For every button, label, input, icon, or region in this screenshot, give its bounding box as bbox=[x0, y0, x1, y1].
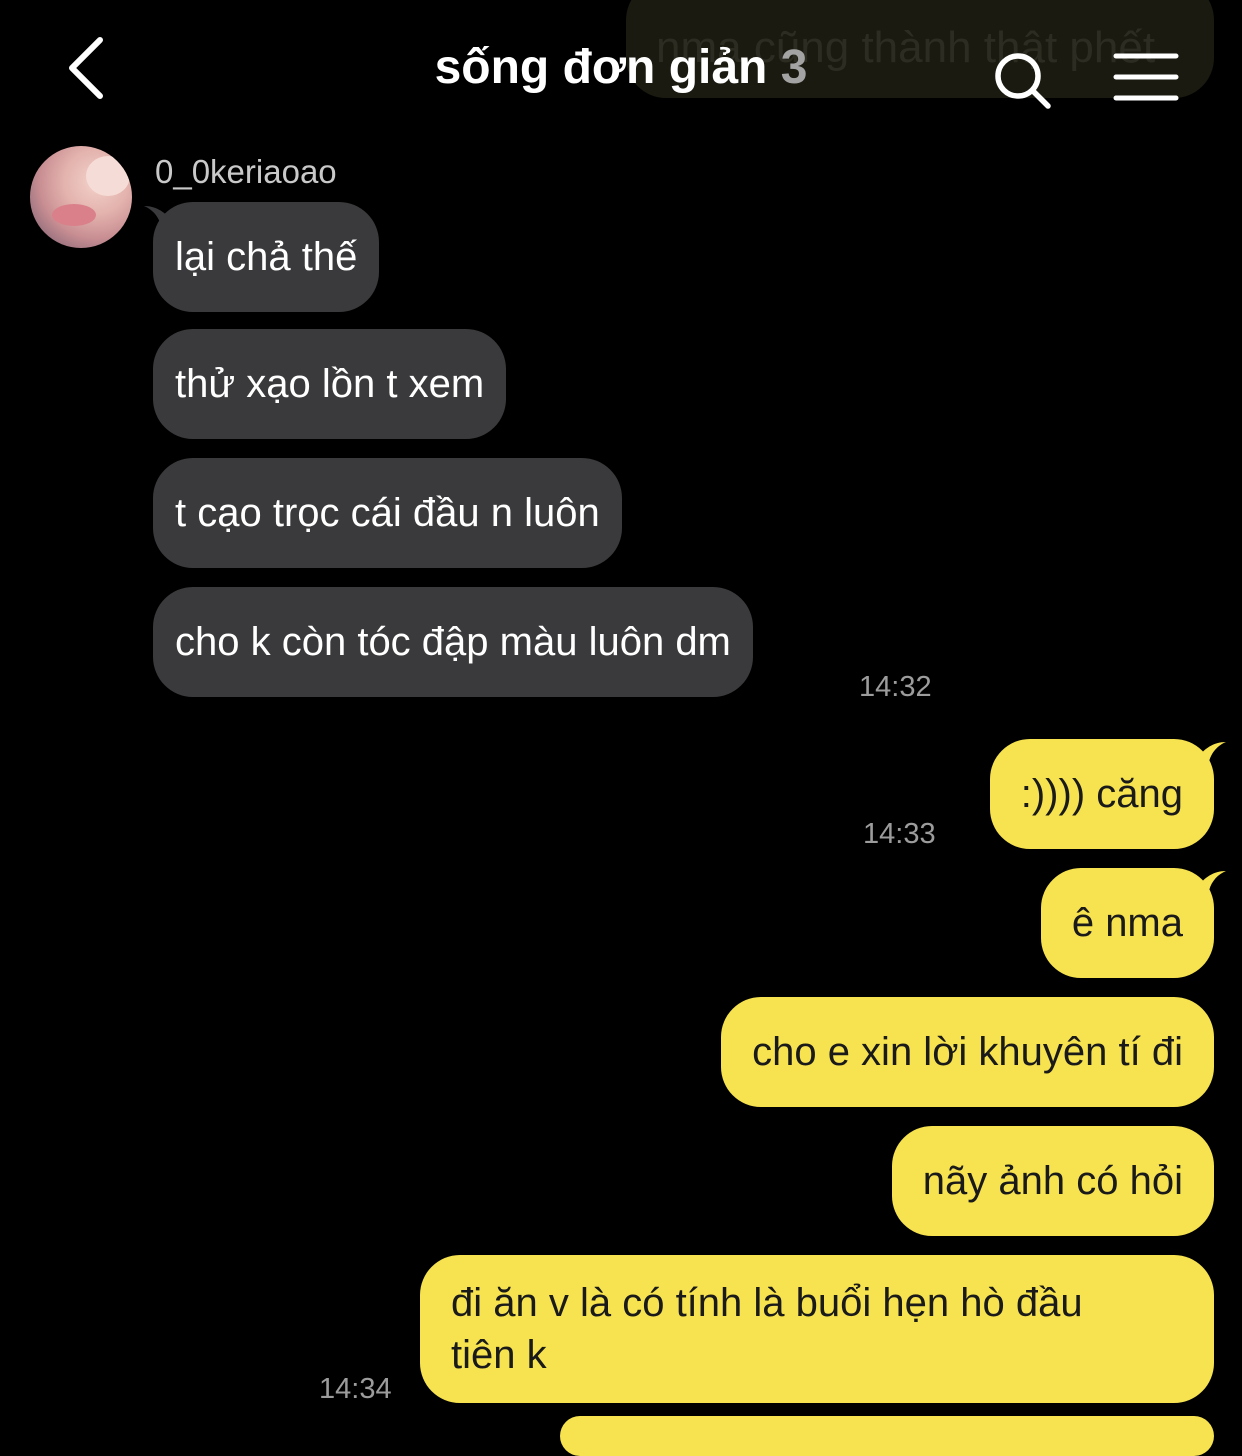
menu-button[interactable] bbox=[1112, 50, 1180, 104]
sender-name: 0_0keriaoao bbox=[155, 153, 337, 190]
message-timestamp: 14:33 bbox=[863, 818, 936, 850]
message-timestamp: 14:32 bbox=[859, 671, 932, 703]
message-bubble-incoming[interactable]: thử xạo lồn t xem bbox=[153, 329, 507, 439]
avatar[interactable] bbox=[30, 146, 132, 248]
message-bubble-outgoing[interactable]: nãy ảnh có hỏi bbox=[891, 1126, 1214, 1236]
message-text: ê nma bbox=[1071, 901, 1183, 945]
message-text: cho e xin lời khuyên tí đi bbox=[752, 1030, 1183, 1074]
message-text: cho k còn tóc đập màu luôn dm bbox=[175, 620, 731, 664]
message-bubble-incoming[interactable]: t cạo trọc cái đầu n luôn bbox=[153, 458, 622, 568]
message-text-line: tiên k bbox=[451, 1333, 547, 1377]
message-text: t cạo trọc cái đầu n luôn bbox=[175, 491, 600, 535]
search-button[interactable] bbox=[990, 48, 1056, 114]
message-bubble-incoming[interactable]: cho k còn tóc đập màu luôn dm bbox=[153, 587, 753, 697]
member-count: 3 bbox=[780, 41, 808, 94]
hamburger-menu-icon bbox=[1113, 53, 1179, 101]
message-text: lại chả thế bbox=[175, 235, 358, 279]
message-bubble-outgoing[interactable]: cho e xin lời khuyên tí đi bbox=[721, 997, 1214, 1107]
message-bubble-outgoing[interactable]: ê nma bbox=[1040, 868, 1214, 978]
message-bubble-incoming[interactable]: lại chả thế bbox=[153, 202, 380, 312]
search-icon bbox=[995, 53, 1051, 109]
message-text: thử xạo lồn t xem bbox=[175, 362, 485, 406]
avatar-photo-detail bbox=[52, 204, 96, 226]
message-bubble-outgoing[interactable]: :)))) căng bbox=[989, 739, 1214, 849]
message-bubble-outgoing[interactable]: đi ăn v là có tính là buổi hẹn hò đầu ti… bbox=[420, 1255, 1214, 1403]
message-text: nãy ảnh có hỏi bbox=[922, 1159, 1183, 1203]
avatar-photo-detail bbox=[86, 156, 130, 196]
chat-title-text: sống đơn giản bbox=[434, 41, 768, 94]
message-text: :)))) căng bbox=[1020, 772, 1183, 816]
chat-header: sống đơn giản 3 bbox=[0, 0, 1242, 130]
next-message-bubble-partial bbox=[560, 1416, 1214, 1456]
message-text-line: đi ăn v là có tính là buổi hẹn hò đầu bbox=[451, 1281, 1083, 1325]
message-timestamp: 14:34 bbox=[319, 1373, 392, 1405]
